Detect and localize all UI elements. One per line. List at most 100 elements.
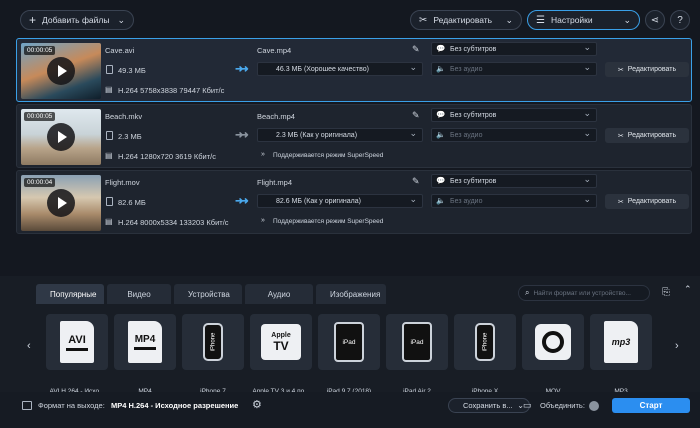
search-icon: ⌕ xyxy=(525,288,530,297)
save-to-dropdown[interactable]: Сохранить в... ⌄ xyxy=(448,398,530,413)
output-format-label: Формат на выходе: xyxy=(38,401,105,410)
settings-label: Настройки xyxy=(550,15,593,25)
convert-arrow-icon: ➜➜ xyxy=(235,64,249,75)
edit-button[interactable]: ✂ Редактировать ⌄ xyxy=(410,10,522,30)
format-item[interactable]: iPhone iPhone 7 xyxy=(182,314,244,395)
share-button[interactable]: ⋖ xyxy=(645,10,665,30)
merge-toggle[interactable] xyxy=(589,401,599,411)
play-icon[interactable] xyxy=(47,57,75,85)
format-list: AVI AVI H.264 - Исхо... MP4 MP4 iPhone i… xyxy=(40,304,670,395)
format-item[interactable]: AppleTV Apple TV 3 и 4 по... xyxy=(250,314,312,395)
video-thumbnail[interactable]: 00:00:05 xyxy=(21,109,101,165)
format-item[interactable]: iPhone iPhone X xyxy=(454,314,516,395)
source-filename: Cave.avi xyxy=(105,46,135,55)
duration-badge: 00:00:04 xyxy=(24,178,56,187)
start-button[interactable]: Старт xyxy=(612,398,690,413)
output-format-value[interactable]: MP4 H.264 - Исходное разрешение xyxy=(111,401,238,410)
output-filename[interactable]: Beach.mp4 xyxy=(257,112,295,121)
settings-icon: ☰ xyxy=(536,14,545,26)
source-size: 49.3 МБ xyxy=(118,66,146,75)
source-codec: H.264 1280x720 3619 Кбит/с xyxy=(118,152,217,161)
subtitles-icon: 💬 xyxy=(436,44,446,53)
audio-dropdown[interactable]: Без аудио xyxy=(431,62,597,76)
avi-icon: AVI xyxy=(60,321,94,363)
output-format-icon xyxy=(22,401,32,410)
add-files-label: Добавить файлы xyxy=(42,15,110,25)
tools-icon: ✂ xyxy=(419,14,428,26)
collapse-icon[interactable]: ⌃ xyxy=(684,284,692,295)
format-item[interactable]: MP4 MP4 xyxy=(114,314,176,395)
scroll-right-icon[interactable]: › xyxy=(675,340,679,352)
settings-button[interactable]: ☰ Настройки ⌄ xyxy=(527,10,640,30)
output-size-dropdown[interactable]: 46.3 МБ (Хорошее качество) xyxy=(257,62,423,76)
subtitles-dropdown[interactable]: Без субтитров xyxy=(431,42,597,56)
pencil-icon[interactable]: ✎ xyxy=(412,176,420,187)
folder-icon[interactable]: ▭ xyxy=(523,400,532,411)
video-thumbnail[interactable]: 00:00:05 xyxy=(21,43,101,99)
export-icon[interactable]: ⎘ xyxy=(662,287,670,298)
tab-devices[interactable]: Устройства xyxy=(174,284,242,304)
audio-icon: 🔈 xyxy=(436,130,446,139)
convert-arrow-icon: ➜➜ xyxy=(235,196,249,207)
format-item[interactable]: AVI AVI H.264 - Исхо... xyxy=(46,314,108,395)
tab-images[interactable]: Изображения xyxy=(316,284,386,304)
help-icon: ? xyxy=(677,14,683,26)
ipad-icon: iPad xyxy=(402,322,432,362)
output-size-dropdown[interactable]: 82.6 МБ (Как у оригинала) xyxy=(257,194,423,208)
source-size: 82.6 МБ xyxy=(118,198,146,207)
pencil-icon[interactable]: ✎ xyxy=(412,110,420,121)
subtitles-dropdown[interactable]: Без субтитров xyxy=(431,174,597,188)
iphone-icon: iPhone xyxy=(203,323,223,361)
scroll-left-icon[interactable]: ‹ xyxy=(27,340,31,352)
mp3-icon: mp3 xyxy=(604,321,638,363)
chevron-down-icon: ⌄ xyxy=(623,14,631,25)
pencil-icon[interactable]: ✎ xyxy=(412,44,420,55)
format-item[interactable]: iPad iPad Air 2 xyxy=(386,314,448,395)
play-icon[interactable] xyxy=(47,189,75,217)
format-search-field[interactable]: ⌕ Найти формат или устройство... xyxy=(518,285,650,301)
chevron-down-icon: ⌄ xyxy=(505,14,513,25)
source-filename: Beach.mkv xyxy=(105,112,143,121)
source-codec: H.264 5758x3838 79447 Кбит/с xyxy=(118,86,225,95)
search-placeholder: Найти формат или устройство... xyxy=(533,289,631,297)
add-files-button[interactable]: + Добавить файлы ⌄ xyxy=(20,10,134,30)
share-icon: ⋖ xyxy=(650,14,660,26)
subtitles-dropdown[interactable]: Без субтитров xyxy=(431,108,597,122)
play-icon[interactable] xyxy=(47,123,75,151)
file-row[interactable]: 00:00:05 Cave.avi 49.3 МБ ▤ H.264 5758x3… xyxy=(16,38,692,102)
duration-badge: 00:00:05 xyxy=(24,46,56,55)
audio-dropdown[interactable]: Без аудио xyxy=(431,194,597,208)
edit-file-label: Редактировать xyxy=(627,66,677,73)
edit-file-button[interactable]: ✂ Редактировать xyxy=(605,194,689,209)
file-size-icon xyxy=(106,65,113,74)
plus-icon: + xyxy=(29,13,37,27)
mp4-icon: MP4 xyxy=(128,321,162,363)
superspeed-label: Поддерживается режим SuperSpeed xyxy=(273,152,384,159)
output-size-dropdown[interactable]: 2.3 МБ (Как у оригинала) xyxy=(257,128,423,142)
superspeed-label: Поддерживается режим SuperSpeed xyxy=(273,218,384,225)
film-icon: ▤ xyxy=(105,217,113,226)
format-item[interactable]: iPad iPad 9.7 (2018) xyxy=(318,314,380,395)
edit-file-button[interactable]: ✂ Редактировать xyxy=(605,62,689,77)
edit-label: Редактировать xyxy=(433,15,493,25)
file-row[interactable]: 00:00:05 Beach.mkv 2.3 МБ ▤ H.264 1280x7… xyxy=(16,104,692,168)
edit-file-button[interactable]: ✂ Редактировать xyxy=(605,128,689,143)
superspeed-icon: » xyxy=(261,151,265,158)
format-tabs: Популярные Видео Устройства Аудио Изобра… xyxy=(36,284,386,304)
output-filename[interactable]: Flight.mp4 xyxy=(257,178,292,187)
audio-dropdown[interactable]: Без аудио xyxy=(431,128,597,142)
video-thumbnail[interactable]: 00:00:04 xyxy=(21,175,101,231)
format-item[interactable]: mp3 MP3 xyxy=(590,314,652,395)
tab-audio[interactable]: Аудио xyxy=(245,284,313,304)
tab-video[interactable]: Видео xyxy=(107,284,171,304)
chevron-down-icon: ⌄ xyxy=(117,14,125,25)
tools-icon: ✂ xyxy=(617,198,624,206)
output-filename[interactable]: Cave.mp4 xyxy=(257,46,291,55)
gear-icon[interactable]: ⚙ xyxy=(252,398,262,411)
tab-popular[interactable]: Популярные xyxy=(36,284,104,304)
help-button[interactable]: ? xyxy=(670,10,690,30)
source-size: 2.3 МБ xyxy=(118,132,142,141)
format-item[interactable]: MOV xyxy=(522,314,584,395)
file-size-icon xyxy=(106,197,113,206)
file-row[interactable]: 00:00:04 Flight.mov 82.6 МБ ▤ H.264 8000… xyxy=(16,170,692,234)
